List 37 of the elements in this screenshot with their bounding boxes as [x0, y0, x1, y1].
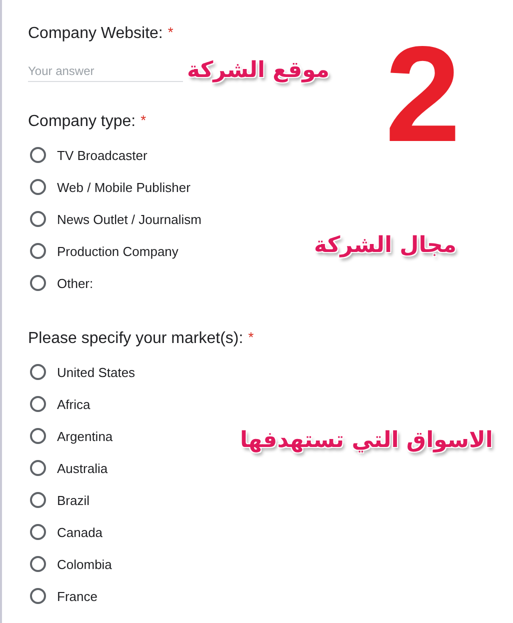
option-label: Canada	[57, 524, 103, 540]
question-title: Company Website:	[28, 24, 163, 44]
radio-button[interactable]	[30, 492, 46, 508]
question-title: Please specify your market(s):	[28, 329, 244, 349]
option-label: Brazil	[57, 492, 90, 508]
radio-button[interactable]	[30, 275, 46, 291]
option-label: Argentina	[57, 428, 113, 444]
annotation-label: مجال الشركة	[314, 232, 456, 260]
radio-button[interactable]	[30, 364, 46, 380]
option-label: Colombia	[57, 556, 112, 572]
radio-button[interactable]	[30, 524, 46, 540]
option-label: United States	[57, 364, 136, 380]
option-label: TV Broadcaster	[57, 148, 148, 162]
radio-button[interactable]	[30, 396, 46, 412]
required-mark: *	[140, 112, 146, 128]
option-label: Australia	[57, 460, 108, 476]
answer-field[interactable]: Your answer	[28, 62, 183, 82]
option-label: News Outlet / Journalism	[57, 212, 202, 226]
option-label: Other:	[57, 276, 94, 290]
radio-button[interactable]	[30, 460, 46, 476]
annotation-label: موقع الشركة	[187, 57, 330, 85]
radio-button[interactable]	[30, 179, 46, 195]
option-label: Web / Mobile Publisher	[57, 180, 190, 194]
option-label: France	[57, 588, 98, 604]
radio-button[interactable]	[30, 147, 46, 163]
radio-button[interactable]	[30, 588, 46, 604]
option-label: Production Company	[57, 244, 178, 258]
question-title: Company type:	[28, 112, 136, 132]
required-mark: *	[168, 24, 174, 40]
radio-button[interactable]	[30, 243, 46, 259]
option-label: Africa	[57, 396, 90, 412]
step-number: 2	[385, 38, 461, 150]
radio-button[interactable]	[30, 428, 46, 444]
radio-button[interactable]	[30, 211, 46, 227]
radio-button[interactable]	[30, 556, 46, 572]
required-mark: *	[248, 329, 254, 345]
annotation-label: الاسواق التي تستهدفها	[240, 427, 493, 455]
